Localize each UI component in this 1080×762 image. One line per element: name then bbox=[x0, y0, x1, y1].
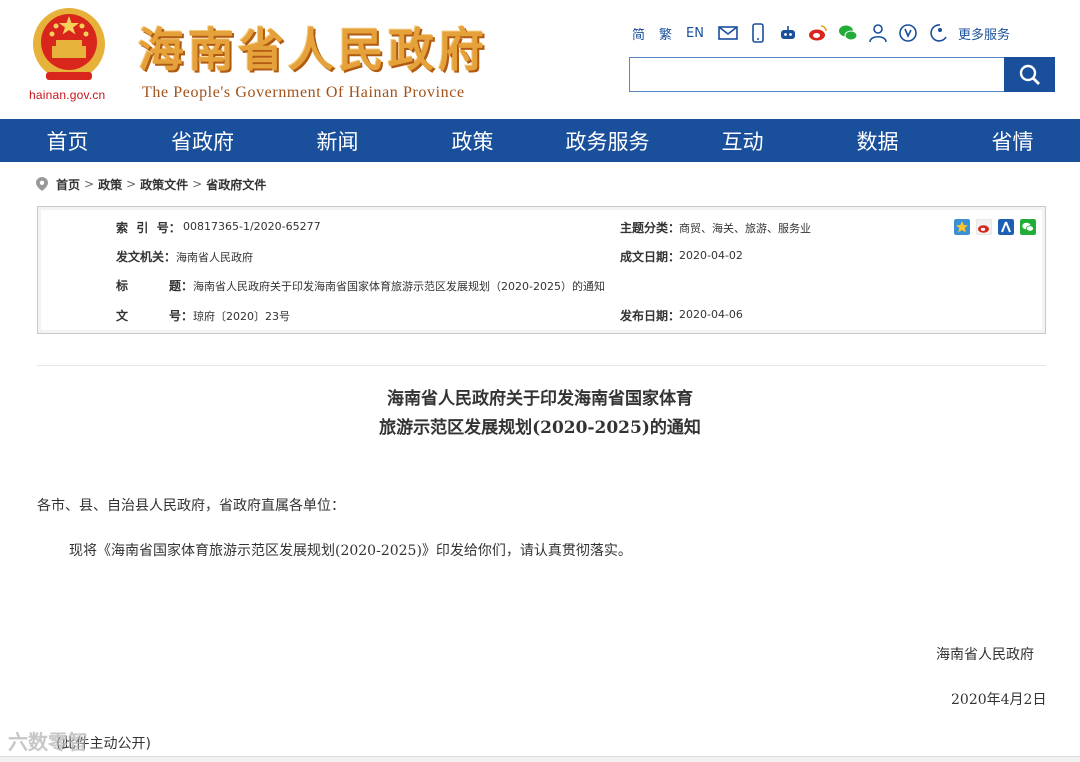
topic-value: 商贸、海关、旅游、服务业 bbox=[679, 222, 811, 235]
weibo-icon[interactable] bbox=[976, 219, 992, 235]
document-title-line: 海南省人民政府关于印发海南省国家体育 bbox=[387, 389, 693, 409]
title-value: 海南省人民政府关于印发海南省国家体育旅游示范区发展规划（2020-2025）的通… bbox=[193, 280, 605, 293]
national-emblem-icon bbox=[33, 8, 105, 80]
elderly-icon[interactable] bbox=[928, 23, 948, 43]
breadcrumb-policy[interactable]: 政策 bbox=[98, 176, 122, 193]
site-domain: hainan.gov.cn bbox=[29, 88, 106, 102]
title-label-char: 标 bbox=[116, 279, 129, 293]
document-body: 现将《海南省国家体育旅游示范区发展规划(2020-2025)》印发给你们，请认真… bbox=[69, 543, 632, 559]
breadcrumb-gov-docs[interactable]: 省政府文件 bbox=[206, 176, 266, 193]
published-date-label: 发布日期： bbox=[620, 309, 681, 323]
nav-policy[interactable]: 政策 bbox=[405, 119, 540, 162]
qzone-icon[interactable] bbox=[954, 219, 970, 235]
nav-services[interactable]: 政务服务 bbox=[540, 119, 675, 162]
issuer-value: 海南省人民政府 bbox=[176, 251, 253, 264]
document-title: 海南省人民政府关于印发海南省国家体育 旅游示范区发展规划(2020-2025)的… bbox=[0, 385, 1080, 443]
mobile-icon[interactable] bbox=[748, 23, 768, 43]
search-input[interactable] bbox=[629, 57, 1005, 92]
nav-news[interactable]: 新闻 bbox=[270, 119, 405, 162]
site-header: hainan.gov.cn 海南省人民政府 The People's Gover… bbox=[0, 0, 1080, 119]
docno-label-char: 文 bbox=[116, 309, 129, 323]
nav-home[interactable]: 首页 bbox=[0, 119, 135, 162]
content-divider bbox=[37, 365, 1046, 366]
issuer-label: 发文机关： bbox=[116, 250, 177, 264]
index-label: 索 引 号： bbox=[116, 221, 181, 235]
location-pin-icon bbox=[36, 177, 48, 191]
traditional-link[interactable]: 繁 bbox=[659, 24, 672, 43]
top-links: 简 繁 EN 更多服务 bbox=[632, 22, 1010, 44]
simplified-link[interactable]: 简 bbox=[632, 24, 645, 43]
robot-icon[interactable] bbox=[778, 23, 798, 43]
docno-label-colon: 号： bbox=[169, 309, 194, 323]
breadcrumb-separator: > bbox=[192, 177, 203, 191]
docno-value: 琼府〔2020〕23号 bbox=[193, 310, 290, 323]
document-date: 2020年4月2日 bbox=[951, 692, 1047, 708]
created-date-value: 2020-04-02 bbox=[679, 249, 743, 262]
bottom-strip bbox=[0, 756, 1080, 762]
document-title-line: 旅游示范区发展规划(2020-2025)的通知 bbox=[379, 418, 701, 438]
nav-data[interactable]: 数据 bbox=[810, 119, 945, 162]
wechat-icon[interactable] bbox=[838, 23, 858, 43]
mail-icon[interactable] bbox=[718, 23, 738, 43]
search-icon bbox=[1019, 64, 1040, 85]
site-subtitle: The People's Government Of Hainan Provin… bbox=[142, 84, 465, 101]
breadcrumb: 首页 > 政策 > 政策文件 > 省政府文件 bbox=[36, 175, 266, 193]
site-title[interactable]: 海南省人民政府 bbox=[138, 14, 488, 80]
search-button[interactable] bbox=[1004, 57, 1055, 92]
user-icon[interactable] bbox=[868, 23, 888, 43]
created-date-label: 成文日期： bbox=[620, 250, 681, 264]
document-meta-box: 索 引 号： 00817365-1/2020-65277 主题分类： 商贸、海关… bbox=[37, 206, 1046, 334]
title-label-colon: 题： bbox=[169, 279, 194, 293]
wechat-icon[interactable] bbox=[1020, 219, 1036, 235]
accessibility-icon[interactable] bbox=[898, 23, 918, 43]
breadcrumb-policy-docs[interactable]: 政策文件 bbox=[140, 176, 188, 193]
nav-interaction[interactable]: 互动 bbox=[675, 119, 810, 162]
breadcrumb-separator: > bbox=[84, 177, 95, 191]
breadcrumb-home[interactable]: 首页 bbox=[56, 176, 80, 193]
published-date-value: 2020-04-06 bbox=[679, 308, 743, 321]
english-link[interactable]: EN bbox=[686, 26, 704, 41]
nav-government[interactable]: 省政府 bbox=[135, 119, 270, 162]
renren-icon[interactable] bbox=[998, 219, 1014, 235]
topic-label: 主题分类： bbox=[620, 221, 681, 235]
nav-province[interactable]: 省情 bbox=[945, 119, 1080, 162]
document-signature: 海南省人民政府 bbox=[936, 647, 1034, 663]
weibo-icon[interactable] bbox=[808, 23, 828, 43]
breadcrumb-separator: > bbox=[126, 177, 137, 191]
watermark: 六数零智 bbox=[8, 730, 88, 754]
main-nav: 首页 省政府 新闻 政策 政务服务 互动 数据 省情 bbox=[0, 119, 1080, 162]
document-salutation: 各市、县、自治县人民政府，省政府直属各单位： bbox=[37, 498, 345, 514]
more-services-link[interactable]: 更多服务 bbox=[958, 24, 1010, 43]
index-value: 00817365-1/2020-65277 bbox=[183, 220, 321, 233]
